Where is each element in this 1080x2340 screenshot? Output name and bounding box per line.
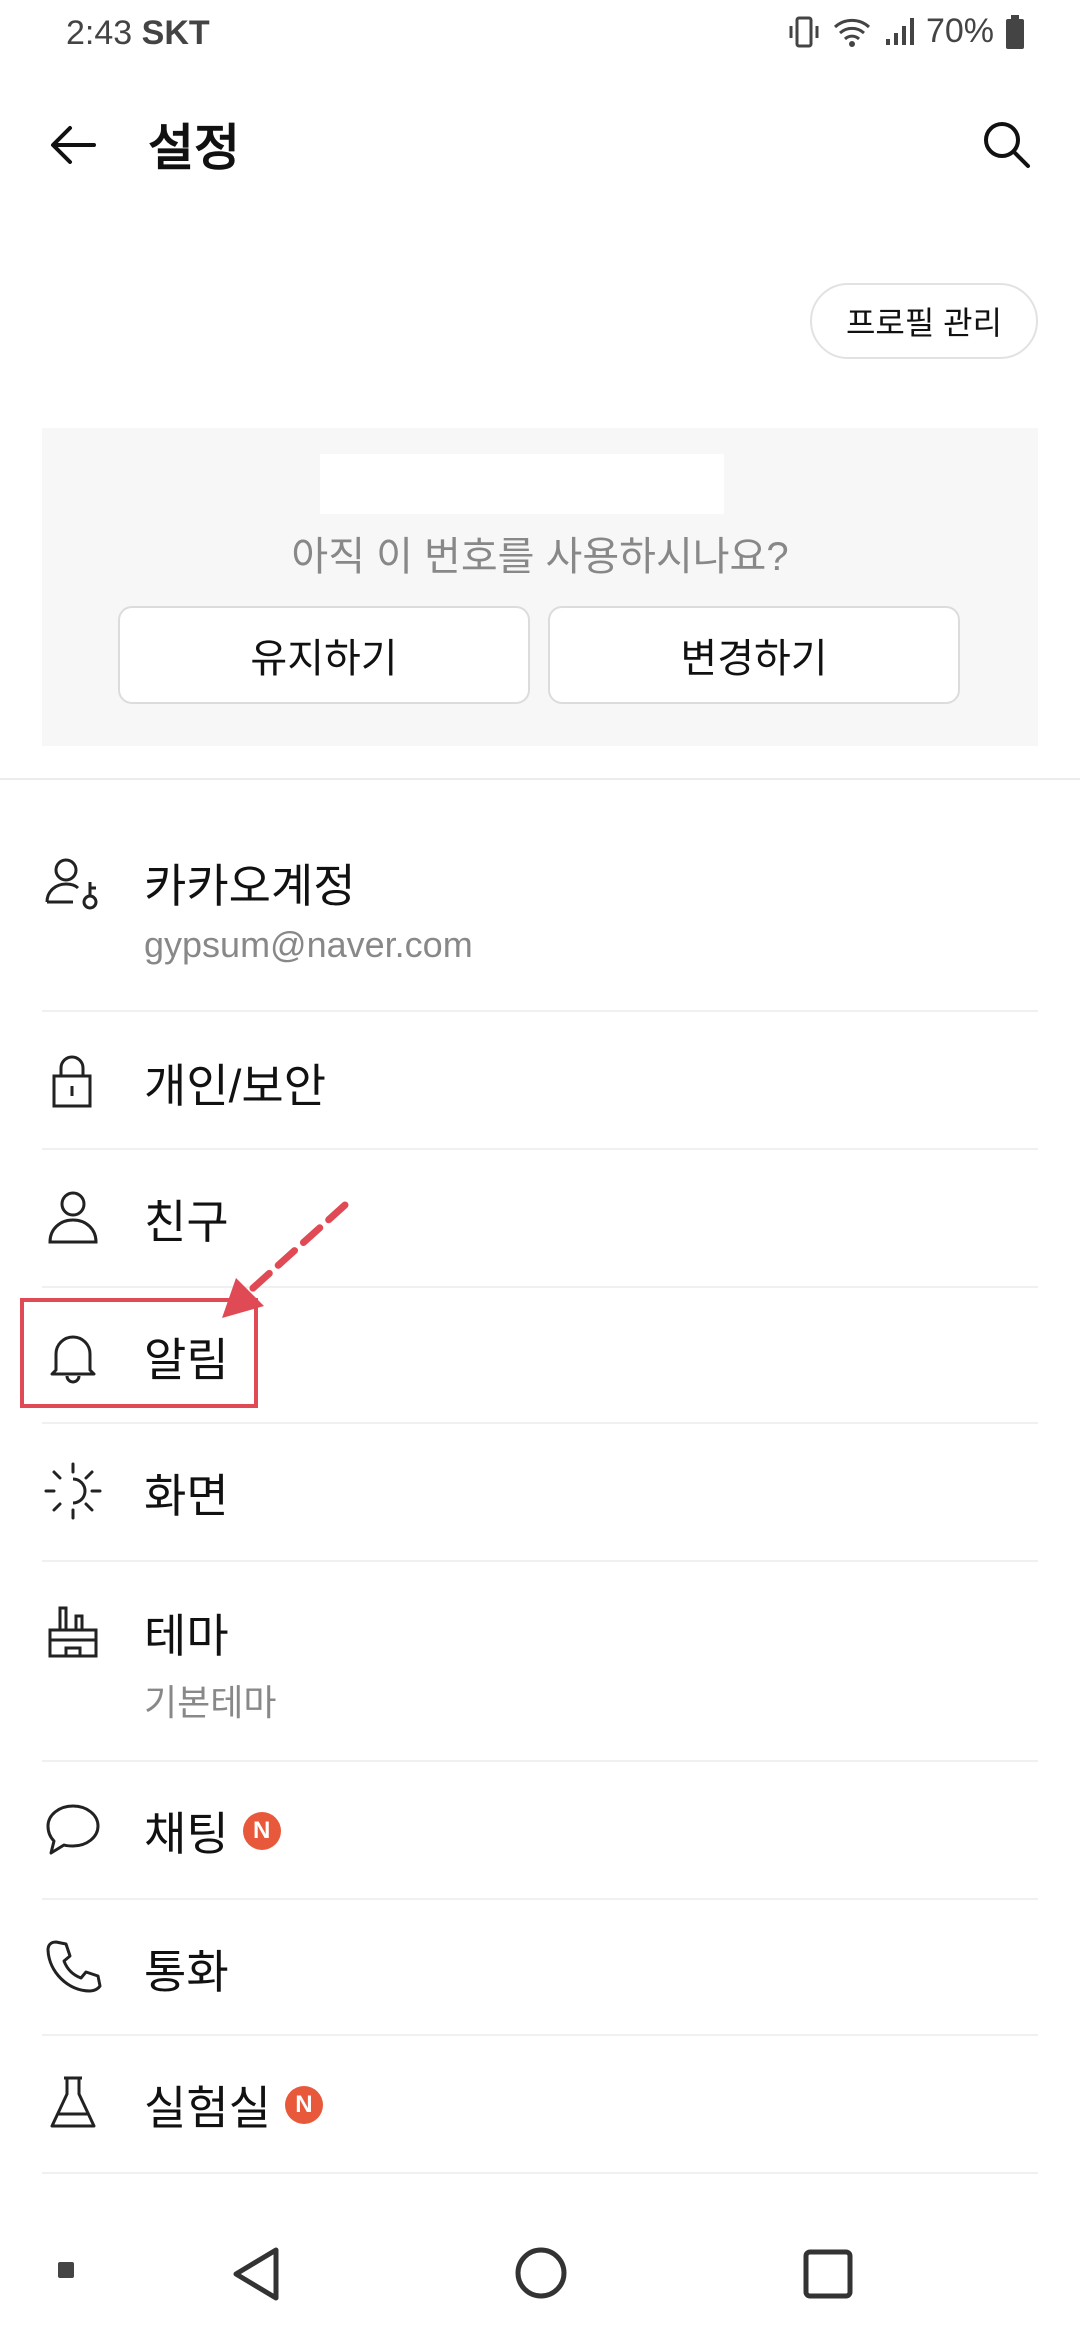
person-icon bbox=[42, 1186, 104, 1248]
sun-icon bbox=[42, 1460, 104, 1522]
profile-manage-button[interactable]: 프로필 관리 bbox=[810, 283, 1038, 359]
menu-label-kakao-account: 카카오계정 bbox=[144, 860, 356, 912]
section-divider bbox=[0, 778, 1080, 780]
status-icons: 70% bbox=[786, 12, 1026, 51]
battery-icon bbox=[1004, 14, 1026, 50]
menu-item-chat[interactable]: 채팅 N bbox=[42, 1762, 1038, 1900]
phone-question: 아직 이 번호를 사용하시나요? bbox=[291, 535, 789, 579]
menu-label-labs: 실험실 N bbox=[144, 2072, 323, 2138]
menu-item-theme[interactable]: 테마 기본테마 bbox=[42, 1562, 1038, 1762]
back-button[interactable] bbox=[42, 112, 108, 178]
labs-label-text: 실험실 bbox=[144, 2082, 271, 2134]
keep-number-button[interactable]: 유지하기 bbox=[118, 606, 530, 704]
menu-item-calls[interactable]: 통화 bbox=[42, 1900, 1038, 2036]
menu-item-display[interactable]: 화면 bbox=[42, 1424, 1038, 1562]
menu-label-display: 화면 bbox=[144, 1470, 229, 1522]
paint-brush-icon bbox=[42, 1600, 104, 1662]
square-recent-icon bbox=[803, 2249, 853, 2299]
nav-home-button[interactable] bbox=[514, 2246, 568, 2300]
new-badge: N bbox=[284, 2086, 323, 2124]
vibrate-icon bbox=[786, 14, 822, 50]
nav-recent-apps-button[interactable] bbox=[802, 2248, 854, 2300]
carrier: SKT bbox=[141, 14, 210, 52]
menu-item-friends[interactable]: 친구 bbox=[42, 1150, 1038, 1288]
flask-icon bbox=[42, 2072, 104, 2134]
chat-bubble-icon bbox=[42, 1798, 104, 1860]
menu-item-kakao-account[interactable]: 카카오계정 gypsum@naver.com bbox=[42, 812, 1038, 1012]
menu-label-privacy: 개인/보안 bbox=[144, 1060, 327, 1112]
clock: 2:43 bbox=[66, 14, 133, 52]
nav-back-button[interactable] bbox=[228, 2244, 284, 2304]
lock-icon bbox=[42, 1050, 104, 1112]
menu-label-calls: 통화 bbox=[144, 1946, 229, 1998]
search-button[interactable] bbox=[972, 110, 1042, 180]
page-title: 설정 bbox=[148, 120, 240, 176]
battery-percent: 70% bbox=[925, 12, 994, 50]
search-icon bbox=[984, 122, 1030, 168]
account-email: gypsum@naver.com bbox=[144, 924, 473, 965]
circle-home-icon bbox=[515, 2247, 567, 2299]
masked-phone-number bbox=[320, 454, 724, 514]
phone-number-card: 아직 이 번호를 사용하시나요? 유지하기 변경하기 bbox=[42, 428, 1038, 746]
menu-label-chat: 채팅 N bbox=[144, 1798, 281, 1864]
menu-label-theme: 테마 bbox=[144, 1610, 229, 1662]
status-time: 2:43 SKT bbox=[66, 14, 210, 53]
arrow-left-icon bbox=[51, 126, 96, 164]
phone-icon bbox=[42, 1936, 104, 1998]
kakao-account-icon bbox=[42, 852, 104, 914]
signal-icon bbox=[882, 15, 916, 49]
nav-indicator-dot bbox=[58, 2262, 74, 2278]
theme-value: 기본테마 bbox=[144, 1682, 277, 1723]
annotation-arrow-icon bbox=[222, 1201, 349, 1318]
menu-item-privacy[interactable]: 개인/보안 bbox=[42, 1012, 1038, 1150]
wifi-icon bbox=[832, 15, 872, 49]
chat-label-text: 채팅 bbox=[144, 1808, 229, 1860]
menu-item-labs[interactable]: 실험실 N bbox=[42, 2036, 1038, 2174]
triangle-back-icon bbox=[233, 2247, 279, 2301]
change-number-button[interactable]: 변경하기 bbox=[548, 606, 960, 704]
new-badge: N bbox=[242, 1812, 281, 1850]
